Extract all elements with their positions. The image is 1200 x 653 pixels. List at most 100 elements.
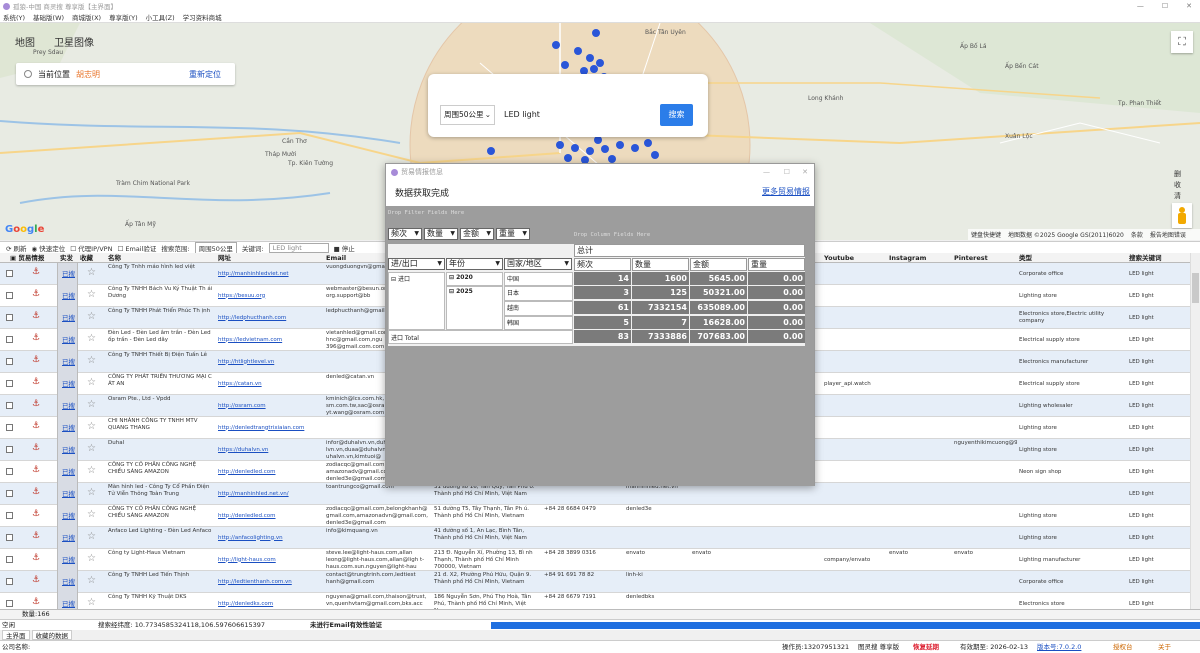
anchor-icon[interactable]: ⚓	[32, 421, 40, 431]
searched-link[interactable]: 已搜	[62, 510, 75, 520]
row-checkbox[interactable]	[6, 446, 13, 453]
dialog-close-icon[interactable]: ✕	[802, 168, 808, 176]
row-checkbox[interactable]	[6, 468, 13, 475]
searched-link[interactable]: 已搜	[62, 290, 75, 300]
field-frequency[interactable]: 频次 ▼	[388, 228, 422, 240]
star-icon[interactable]: ☆	[87, 509, 96, 520]
anchor-icon[interactable]: ⚓	[32, 443, 40, 453]
dialog-minimize-icon[interactable]: —	[763, 168, 770, 176]
anchor-icon[interactable]: ⚓	[32, 355, 40, 365]
col-header-youtube[interactable]: Youtube	[822, 253, 887, 263]
row-checkbox[interactable]	[6, 556, 13, 563]
star-icon[interactable]: ☆	[87, 311, 96, 322]
column-drop-zone[interactable]: Drop Column Fields Here	[574, 232, 650, 238]
anchor-icon[interactable]: ⚓	[32, 575, 40, 585]
field-quantity[interactable]: 数量 ▼	[424, 228, 458, 240]
searched-link[interactable]: 已搜	[62, 268, 75, 278]
anchor-icon[interactable]: ⚓	[32, 267, 40, 277]
star-icon[interactable]: ☆	[87, 421, 96, 432]
table-row[interactable]: ⚓ 已搜 ☆ Màn hình led - Công Ty Cổ Phần Điện …	[0, 483, 1190, 505]
col-header-instagram[interactable]: Instagram	[887, 253, 952, 263]
menu-tools[interactable]: 小工具(Z)	[146, 12, 175, 22]
vertical-scrollbar[interactable]	[1190, 253, 1200, 609]
row-checkbox[interactable]	[6, 534, 13, 541]
cell-site[interactable]: https://catan.vn	[216, 373, 324, 395]
col-header-trade[interactable]: ▣ 贸易情报	[8, 253, 58, 263]
auth-link[interactable]: 授权台	[1113, 641, 1133, 653]
col-header-type[interactable]: 类型	[1017, 253, 1127, 263]
searched-link[interactable]: 已搜	[62, 466, 75, 476]
email-verify-checkbox[interactable]: ☐ Email验证	[117, 243, 156, 253]
side-menu-item[interactable]: 删	[1174, 169, 1200, 180]
proxy-checkbox[interactable]: ☐ 代理IP/VPN	[70, 243, 112, 253]
anchor-icon[interactable]: ⚓	[32, 377, 40, 387]
col-header-website[interactable]: 网址	[216, 253, 324, 263]
cell-site[interactable]: http://ledphucthanh.com	[216, 307, 324, 329]
pegman-icon[interactable]	[1172, 203, 1192, 228]
table-row[interactable]: ⚓ 已搜 ☆ CÔNG TY CỔ PHẦN CÔNG NGHỆ CHIẾU SÁNG…	[0, 505, 1190, 527]
star-icon[interactable]: ☆	[87, 333, 96, 344]
star-icon[interactable]: ☆	[87, 531, 96, 542]
menu-basic[interactable]: 基础版(W)	[33, 12, 64, 22]
anchor-icon[interactable]: ⚓	[32, 465, 40, 475]
cell-site[interactable]: http://denledled.com	[216, 505, 324, 527]
stop-button[interactable]: ■ 停止	[334, 243, 355, 253]
cell-site[interactable]: https://ledvietnam.com	[216, 329, 324, 351]
terms-link[interactable]: 条款	[1131, 230, 1143, 239]
table-row[interactable]: ⚓ 已搜 ☆ Anfaco Led Lighting - Đèn Led Anfaco…	[0, 527, 1190, 549]
menu-system[interactable]: 系统(Y)	[3, 12, 25, 22]
row-field-country[interactable]: 国家/地区 ▼	[504, 258, 572, 270]
cell-site[interactable]: http://htlightlevel.vn	[216, 351, 324, 373]
star-icon[interactable]: ☆	[87, 553, 96, 564]
tab-favorites[interactable]: 收藏的数据	[31, 630, 72, 640]
cell-site[interactable]: http://denledtrangtrixiaian.com	[216, 417, 324, 439]
anchor-icon[interactable]: ⚓	[32, 531, 40, 541]
row-checkbox[interactable]	[6, 402, 13, 409]
star-icon[interactable]: ☆	[87, 355, 96, 366]
searched-link[interactable]: 已搜	[62, 598, 75, 608]
anchor-icon[interactable]: ⚓	[32, 399, 40, 409]
minimize-button[interactable]: —	[1137, 2, 1144, 10]
searched-link[interactable]: 已搜	[62, 488, 75, 498]
row-checkbox[interactable]	[6, 424, 13, 431]
maximize-button[interactable]: ☐	[1162, 2, 1168, 10]
quick-locate-button[interactable]: ◉ 快速定位	[32, 243, 66, 253]
search-range-select[interactable]: 周围50公里	[194, 241, 237, 254]
report-link[interactable]: 报告地图错误	[1150, 230, 1186, 239]
row-checkbox[interactable]	[6, 314, 13, 321]
col-header-sent[interactable]: 实发	[58, 253, 78, 263]
radius-select[interactable]: 周围50公里 ⌄	[440, 105, 495, 125]
row-checkbox[interactable]	[6, 270, 13, 277]
fullscreen-icon[interactable]: ⛶	[1171, 31, 1193, 53]
cell-site[interactable]: http://manhinhledviet.net	[216, 263, 324, 285]
scrollbar-thumb[interactable]	[1192, 273, 1199, 303]
tab-map[interactable]: 地图	[15, 34, 35, 49]
searched-link[interactable]: 已搜	[62, 576, 75, 586]
row-field-direction[interactable]: 进/出口 ▼	[388, 258, 445, 270]
more-trade-info-link[interactable]: 更多贸易情报	[762, 186, 810, 197]
star-icon[interactable]: ☆	[87, 289, 96, 300]
cell-site[interactable]: http://light-haus.com	[216, 549, 324, 571]
row-checkbox[interactable]	[6, 600, 13, 607]
cell-site[interactable]: https://duhalvn.vn	[216, 439, 324, 461]
keyword-input[interactable]: LED light	[500, 105, 660, 125]
star-icon[interactable]: ☆	[87, 377, 96, 388]
searched-link[interactable]: 已搜	[62, 422, 75, 432]
anchor-icon[interactable]: ⚓	[32, 553, 40, 563]
shortcuts-link[interactable]: 键盘快捷键	[971, 230, 1001, 239]
row-field-year[interactable]: 年份 ▼	[446, 258, 503, 270]
row-checkbox[interactable]	[6, 358, 13, 365]
col-header-favorite[interactable]: 收藏	[78, 253, 106, 263]
version-link[interactable]: 版本号:7.0.2.0	[1037, 641, 1081, 653]
cell-site[interactable]: http://denledled.com	[216, 461, 324, 483]
cell-site[interactable]: http://manhinhled.net.vn/	[216, 483, 324, 505]
filter-drop-zone[interactable]: Drop Filter Fields Here	[388, 210, 464, 216]
row-checkbox[interactable]	[6, 578, 13, 585]
search-button[interactable]: 搜索	[660, 104, 693, 126]
row-checkbox[interactable]	[6, 336, 13, 343]
about-link[interactable]: 关于	[1158, 641, 1171, 653]
row-checkbox[interactable]	[6, 490, 13, 497]
cell-site[interactable]: http://ledtienthanh.com.vn	[216, 571, 324, 593]
anchor-icon[interactable]: ⚓	[32, 487, 40, 497]
cell-site[interactable]: http://anfacolighting.vn	[216, 527, 324, 549]
